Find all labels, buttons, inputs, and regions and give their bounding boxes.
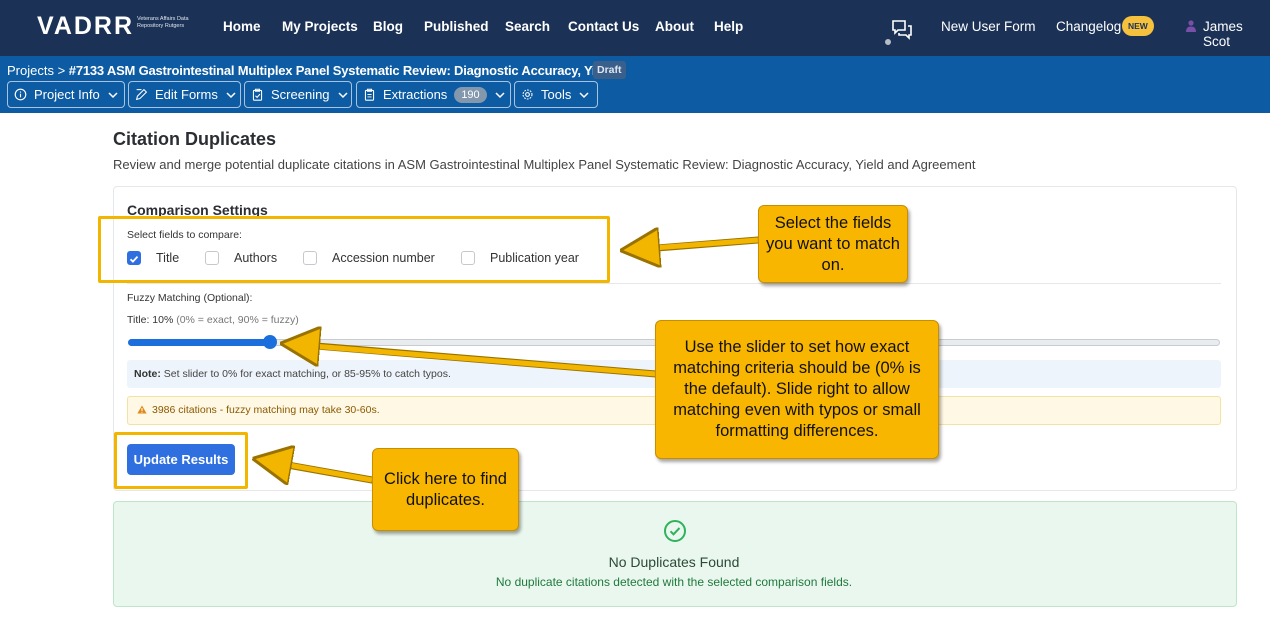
result-title: No Duplicates Found: [608, 554, 740, 570]
nav-help[interactable]: Help: [714, 19, 743, 34]
clipboard-check-icon: [252, 88, 263, 101]
project-title: #7133 ASM Gastrointestinal Multiplex Pan…: [68, 63, 624, 78]
fuzzy-slider-fill: [128, 339, 270, 346]
status-dot: [884, 38, 892, 46]
project-info-button[interactable]: Project Info: [7, 81, 125, 108]
edit-forms-button[interactable]: Edit Forms: [128, 81, 241, 108]
nav-contact-us[interactable]: Contact Us: [568, 19, 639, 34]
title-fuzzy-value: Title: 10% (0% = exact, 90% = fuzzy): [127, 314, 299, 326]
edit-forms-label: Edit Forms: [155, 87, 218, 102]
title-percent: Title: 10%: [127, 314, 174, 326]
fields-label: Select fields to compare:: [127, 229, 242, 241]
user-menu[interactable]: James Scot: [1203, 19, 1270, 49]
chevron-down-icon: [579, 91, 589, 98]
note-text: Note: Set slider to 0% for exact matchin…: [134, 368, 451, 380]
chevron-down-icon: [495, 91, 505, 98]
gear-icon: [522, 89, 533, 100]
slider-callout: Use the slider to set how exact matching…: [655, 320, 939, 459]
info-icon: [14, 88, 27, 101]
screening-label: Screening: [271, 87, 330, 102]
nav-published[interactable]: Published: [424, 19, 489, 34]
authors-checkbox[interactable]: [205, 251, 219, 265]
edit-icon: [135, 88, 148, 101]
chat-icon[interactable]: [890, 17, 914, 41]
chevron-down-icon: [226, 91, 236, 98]
screening-button[interactable]: Screening: [244, 81, 352, 108]
fuzzy-hint: (0% = exact, 90% = fuzzy): [176, 314, 299, 326]
result-subtitle: No duplicate citations detected with the…: [495, 575, 853, 589]
new-badge: NEW: [1122, 16, 1154, 36]
breadcrumb-projects[interactable]: Projects >: [7, 63, 65, 78]
extractions-count-badge: 190: [454, 86, 487, 103]
fields-callout: Select the fields you want to match on.: [758, 205, 908, 283]
extractions-label: Extractions: [383, 87, 448, 102]
chevron-down-icon: [338, 91, 348, 98]
update-results-button[interactable]: Update Results: [127, 444, 235, 475]
note-body: Set slider to 0% for exact matching, or …: [163, 368, 451, 380]
logo-subtitle: Veterans Affairs Data Repository Rutgers: [137, 16, 189, 29]
nav-search[interactable]: Search: [505, 19, 550, 34]
nav-changelog[interactable]: Changelog: [1056, 19, 1121, 34]
status-badge: Draft: [593, 61, 626, 79]
note-bold: Note:: [134, 368, 161, 380]
top-navbar: VADRR Veterans Affairs Data Repository R…: [0, 0, 1270, 56]
title-checkbox[interactable]: [127, 251, 141, 265]
settings-title: Comparison Settings: [127, 202, 268, 218]
tools-label: Tools: [541, 87, 572, 102]
nav-my-projects[interactable]: My Projects: [282, 19, 358, 34]
project-info-label: Project Info: [34, 87, 100, 102]
check-icon: [129, 255, 139, 263]
publication-year-checkbox[interactable]: [461, 251, 475, 265]
fuzzy-matching-label: Fuzzy Matching (Optional):: [127, 292, 253, 304]
check-circle-icon: [664, 520, 686, 542]
vadrr-logo[interactable]: VADRR: [37, 12, 134, 41]
tools-button[interactable]: Tools: [514, 81, 598, 108]
title-checkbox-label: Title: [156, 251, 180, 265]
accession-number-checkbox-label: Accession number: [332, 251, 435, 265]
accession-number-checkbox[interactable]: [303, 251, 317, 265]
update-callout: Click here to find duplicates.: [372, 448, 519, 531]
authors-checkbox-label: Authors: [234, 251, 278, 265]
user-icon: [1186, 20, 1196, 32]
nav-home[interactable]: Home: [223, 19, 261, 34]
nav-new-user-form[interactable]: New User Form: [941, 19, 1036, 34]
extractions-button[interactable]: Extractions 190: [356, 81, 511, 108]
clipboard-icon: [364, 88, 375, 101]
warning-icon: [137, 405, 147, 414]
fuzzy-slider-thumb[interactable]: [262, 335, 277, 349]
page-title: Citation Duplicates: [113, 129, 277, 149]
page-subtitle: Review and merge potential duplicate cit…: [113, 157, 976, 172]
publication-year-checkbox-label: Publication year: [490, 251, 579, 265]
breadcrumb: Projects > #7133 ASM Gastrointestinal Mu…: [7, 63, 624, 78]
divider: [127, 283, 1221, 284]
chevron-down-icon: [108, 91, 118, 98]
nav-about[interactable]: About: [655, 19, 694, 34]
warning-text: 3986 citations - fuzzy matching may take…: [152, 404, 380, 416]
nav-blog[interactable]: Blog: [373, 19, 403, 34]
